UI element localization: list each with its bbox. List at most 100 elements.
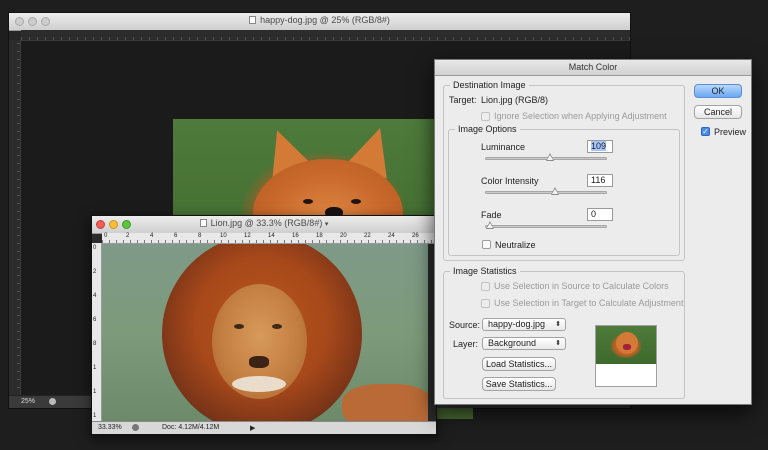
lion-photo bbox=[102, 244, 428, 423]
fade-slider[interactable] bbox=[485, 221, 607, 229]
match-color-dialog: Match Color Destination Image Target: Li… bbox=[434, 59, 752, 405]
status-arrow-icon[interactable]: ▶ bbox=[250, 424, 255, 432]
cancel-button[interactable]: Cancel bbox=[694, 105, 742, 119]
status-menu-icon[interactable] bbox=[49, 398, 56, 405]
ignore-selection-checkbox[interactable] bbox=[481, 112, 490, 121]
load-statistics-button[interactable]: Load Statistics... bbox=[482, 357, 556, 371]
destination-image-group: Destination Image Target: Lion.jpg (RGB/… bbox=[443, 80, 685, 261]
neutralize-checkbox[interactable] bbox=[482, 240, 491, 249]
source-thumbnail-image bbox=[596, 326, 656, 364]
ruler-tick-label: 1 bbox=[93, 413, 97, 419]
dog-window-titlebar[interactable]: happy-dog.jpg @ 25% (RGB/8#) bbox=[9, 13, 630, 31]
lion-eye-right bbox=[272, 324, 282, 329]
layer-value: Background bbox=[488, 338, 537, 348]
destination-group-label: Destination Image bbox=[450, 80, 529, 90]
vertical-ruler[interactable] bbox=[9, 40, 21, 396]
target-label: Target: bbox=[449, 95, 477, 105]
fade-field[interactable]: 0 bbox=[587, 208, 613, 221]
color-intensity-field[interactable]: 116 bbox=[587, 174, 613, 187]
lion-window-title: Lion.jpg @ 33.3% (RGB/8#) ▾ bbox=[92, 218, 436, 228]
ruler-tick-label: 2 bbox=[93, 269, 97, 275]
color-intensity-value: 116 bbox=[591, 175, 606, 185]
status-menu-icon[interactable] bbox=[132, 424, 139, 431]
target-value: Lion.jpg (RGB/8) bbox=[481, 95, 549, 105]
use-target-selection-checkbox[interactable] bbox=[481, 299, 490, 308]
document-icon bbox=[249, 16, 257, 24]
luminance-label: Luminance bbox=[481, 142, 526, 152]
lion-zoom-level[interactable]: 33.33% bbox=[98, 424, 122, 431]
ruler-tick-label: 8 bbox=[198, 233, 202, 239]
ruler-tick-label: 16 bbox=[292, 233, 299, 239]
layer-label: Layer: bbox=[453, 339, 479, 349]
popup-arrows-icon: ⬍ bbox=[555, 340, 561, 347]
save-statistics-button[interactable]: Save Statistics... bbox=[482, 377, 556, 391]
ruler-tick-label: 18 bbox=[316, 233, 323, 239]
luminance-slider-thumb[interactable] bbox=[546, 153, 555, 161]
color-intensity-slider-thumb[interactable] bbox=[550, 187, 559, 195]
ruler-tick-label: 14 bbox=[268, 233, 275, 239]
vertical-ruler[interactable]: 0 2 4 6 8 1 1 1 bbox=[92, 243, 102, 422]
ruler-tick-label: 8 bbox=[93, 341, 97, 347]
ignore-selection-label: Ignore Selection when Applying Adjustmen… bbox=[494, 111, 667, 121]
source-popup[interactable]: happy-dog.jpg ⬍ bbox=[482, 318, 566, 331]
ruler-tick-label: 6 bbox=[93, 317, 97, 323]
ruler-tick-label: 4 bbox=[150, 233, 154, 239]
dialog-title: Match Color bbox=[568, 62, 618, 72]
dog-zoom-level[interactable]: 25% bbox=[21, 398, 35, 405]
ruler-tick-label: 2 bbox=[126, 233, 130, 239]
luminance-value: 109 bbox=[591, 141, 607, 151]
dog-window-title: happy-dog.jpg @ 25% (RGB/8#) bbox=[9, 15, 630, 25]
lion-nose bbox=[249, 356, 269, 368]
lion-document-window[interactable]: Lion.jpg @ 33.3% (RGB/8#) ▾ 0 2 4 6 8 10… bbox=[91, 215, 437, 435]
dog-eye-right bbox=[351, 199, 361, 204]
ruler-tick-label: 0 bbox=[104, 233, 108, 239]
lion-window-title-text: Lion.jpg @ 33.3% (RGB/8#) bbox=[210, 218, 323, 228]
color-intensity-label: Color Intensity bbox=[481, 176, 539, 186]
ruler-tick-label: 10 bbox=[220, 233, 227, 239]
use-target-selection-label: Use Selection in Target to Calculate Adj… bbox=[494, 298, 684, 308]
horizontal-ruler[interactable]: 0 2 4 6 8 10 12 14 16 18 20 22 24 26 bbox=[102, 233, 436, 244]
use-source-selection-checkbox[interactable] bbox=[481, 282, 490, 291]
ruler-tick-label: 24 bbox=[388, 233, 395, 239]
fade-value: 0 bbox=[591, 209, 597, 219]
source-label: Source: bbox=[449, 320, 481, 330]
ruler-tick-label: 12 bbox=[244, 233, 251, 239]
ruler-tick-label: 1 bbox=[93, 389, 97, 395]
dog-window-title-text: happy-dog.jpg @ 25% (RGB/8#) bbox=[260, 15, 390, 25]
lion-eye-left bbox=[234, 324, 244, 329]
lion-status-bar: 33.33% Doc: 4.12M/4.12M ▶ bbox=[92, 421, 436, 434]
ruler-tick-label: 22 bbox=[364, 233, 371, 239]
ruler-tick-label: 26 bbox=[412, 233, 419, 239]
thumbnail-dog-tongue bbox=[623, 344, 631, 350]
neutralize-label: Neutralize bbox=[495, 240, 536, 250]
lion-window-titlebar[interactable]: Lion.jpg @ 33.3% (RGB/8#) ▾ bbox=[92, 216, 436, 234]
luminance-field[interactable]: 109 bbox=[587, 140, 613, 153]
doc-size-info: Doc: 4.12M/4.12M bbox=[162, 424, 220, 431]
use-source-selection-label: Use Selection in Source to Calculate Col… bbox=[494, 281, 669, 291]
horizontal-ruler[interactable] bbox=[21, 30, 630, 41]
lion-muzzle bbox=[232, 376, 286, 392]
ruler-tick-label: 0 bbox=[93, 245, 97, 251]
ruler-tick-label: 1 bbox=[93, 365, 97, 371]
ok-button[interactable]: OK bbox=[694, 84, 742, 98]
color-intensity-slider[interactable] bbox=[485, 187, 607, 195]
image-options-label: Image Options bbox=[455, 124, 520, 134]
fade-slider-thumb[interactable] bbox=[486, 221, 494, 229]
layer-popup[interactable]: Background ⬍ bbox=[482, 337, 566, 350]
image-statistics-label: Image Statistics bbox=[450, 266, 520, 276]
lion-paw bbox=[342, 384, 428, 423]
preview-checkbox[interactable]: ✓ bbox=[701, 127, 710, 136]
popup-arrows-icon: ⬍ bbox=[555, 321, 561, 328]
source-preview-thumbnail bbox=[595, 325, 657, 387]
source-value: happy-dog.jpg bbox=[488, 319, 546, 329]
document-icon bbox=[199, 219, 207, 227]
image-options-group: Image Options Luminance 109 Color Intens… bbox=[448, 124, 680, 256]
thumbnail-dog-face bbox=[616, 332, 638, 354]
preview-label: Preview bbox=[714, 127, 747, 137]
dog-eye-left bbox=[303, 199, 313, 204]
luminance-slider[interactable] bbox=[485, 153, 607, 161]
ruler-tick-label: 4 bbox=[93, 293, 97, 299]
chevron-down-icon[interactable]: ▾ bbox=[325, 221, 329, 228]
dialog-titlebar[interactable]: Match Color bbox=[435, 60, 751, 76]
fade-label: Fade bbox=[481, 210, 502, 220]
